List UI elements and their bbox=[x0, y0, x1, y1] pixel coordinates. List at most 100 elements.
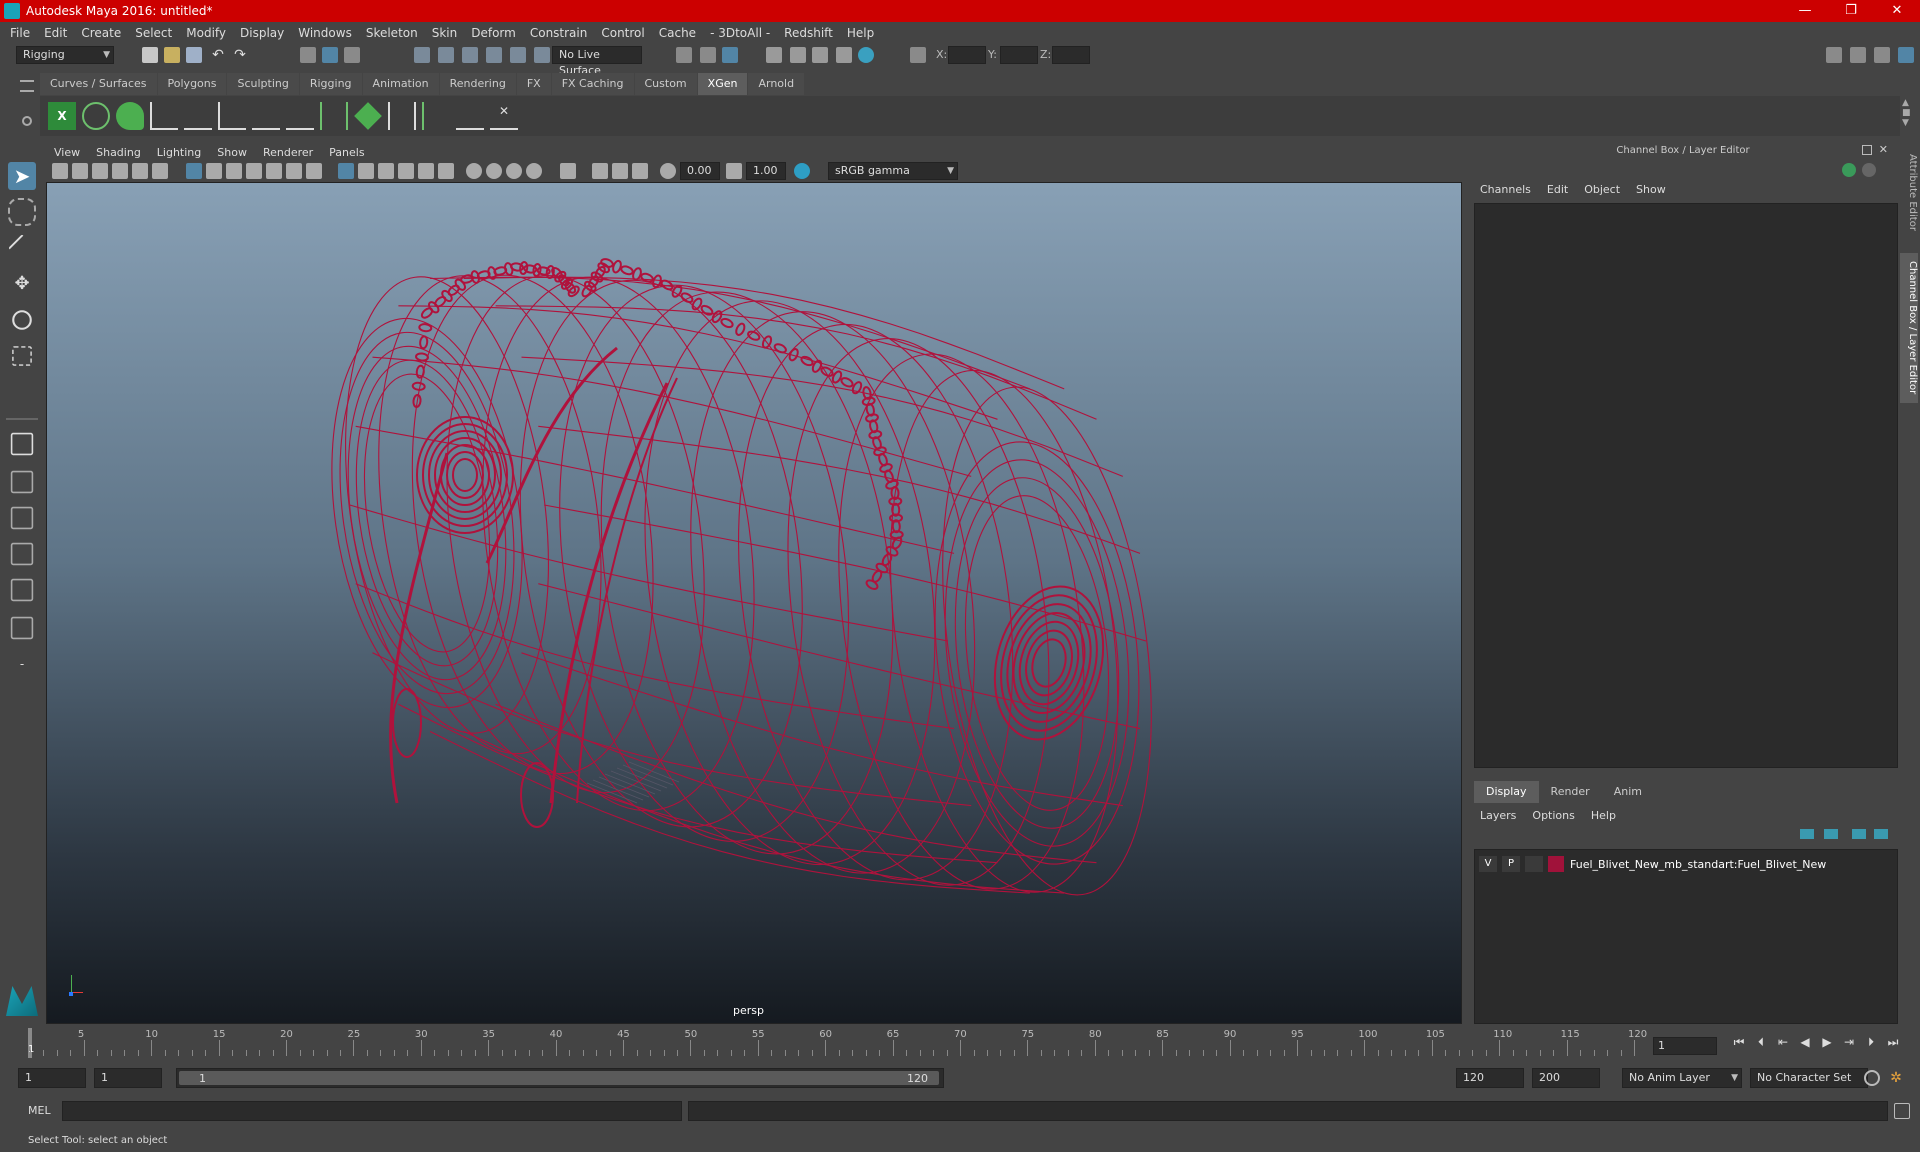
select-tool-icon[interactable]: ➤ bbox=[8, 162, 36, 190]
menu-modify[interactable]: Modify bbox=[186, 26, 226, 40]
minimize-button[interactable]: — bbox=[1782, 0, 1828, 22]
auto-key-icon[interactable] bbox=[1864, 1070, 1880, 1086]
field-chart-icon[interactable] bbox=[266, 163, 282, 179]
menu-control[interactable]: Control bbox=[601, 26, 644, 40]
x-field[interactable] bbox=[948, 46, 986, 64]
depth-of-field-icon[interactable] bbox=[526, 163, 542, 179]
channel-menu-edit[interactable]: Edit bbox=[1547, 183, 1568, 196]
render-settings-icon[interactable] bbox=[836, 47, 852, 63]
layer-menu-help[interactable]: Help bbox=[1591, 809, 1616, 822]
move-tool-icon[interactable]: ✥ bbox=[8, 270, 36, 298]
construction-history-icon[interactable] bbox=[722, 47, 738, 63]
snap-view-plane-icon[interactable] bbox=[510, 47, 526, 63]
go-to-end-icon[interactable]: ⏭ bbox=[1882, 1035, 1904, 1050]
resolution-gate-icon[interactable] bbox=[226, 163, 242, 179]
redo-icon[interactable]: ↷ bbox=[232, 47, 248, 63]
step-back-frame-icon[interactable]: ⏴ bbox=[1750, 1035, 1772, 1050]
layer-tab-anim[interactable]: Anim bbox=[1601, 781, 1654, 803]
xgen-sculpt-guides-icon[interactable] bbox=[320, 102, 348, 130]
film-gate-icon[interactable] bbox=[206, 163, 222, 179]
undo-icon[interactable]: ↶ bbox=[210, 47, 226, 63]
exposure-icon[interactable] bbox=[660, 163, 676, 179]
lights-icon[interactable] bbox=[418, 163, 434, 179]
panel-menu-lighting[interactable]: Lighting bbox=[157, 146, 201, 159]
gate-mask-icon[interactable] bbox=[246, 163, 262, 179]
rotate-tool-icon[interactable] bbox=[12, 310, 32, 330]
shadows-icon[interactable] bbox=[438, 163, 454, 179]
channels-list[interactable] bbox=[1474, 203, 1898, 768]
shelf-settings-gear-icon[interactable] bbox=[22, 116, 32, 126]
hypershade-icon[interactable] bbox=[858, 47, 874, 63]
shelf-tab-curves-surfaces[interactable]: Curves / Surfaces bbox=[40, 73, 157, 95]
isolate-select-icon[interactable] bbox=[560, 163, 576, 179]
lasso-tool-icon[interactable] bbox=[8, 198, 36, 226]
channel-box-toggle-icon[interactable] bbox=[1862, 163, 1876, 177]
channel-menu-channels[interactable]: Channels bbox=[1480, 183, 1531, 196]
attribute-editor-side-tab[interactable]: Attribute Editor bbox=[1900, 147, 1918, 237]
hypershade-layout-icon[interactable] bbox=[10, 616, 34, 640]
xgen-add-guide-icon[interactable] bbox=[184, 102, 212, 130]
go-to-start-icon[interactable]: ⏮ bbox=[1728, 1035, 1750, 1050]
shelf-tab-xgen[interactable]: XGen bbox=[697, 73, 748, 95]
select-objects-icon[interactable] bbox=[322, 47, 338, 63]
close-button[interactable]: ✕ bbox=[1874, 0, 1920, 22]
shelf-tab-custom[interactable]: Custom bbox=[634, 73, 697, 95]
xgen-editor-icon[interactable]: X bbox=[48, 102, 76, 130]
xgen-clear-preview-icon[interactable] bbox=[116, 102, 144, 130]
layer-color-swatch[interactable] bbox=[1548, 856, 1564, 872]
layer-row[interactable]: V P Fuel_Blivet_New_mb_standart:Fuel_Bli… bbox=[1479, 854, 1893, 874]
menu-set-dropdown[interactable]: Rigging ▼ bbox=[16, 46, 114, 64]
menu-3dtoall[interactable]: - 3DtoAll - bbox=[710, 26, 770, 40]
safe-title-icon[interactable] bbox=[306, 163, 322, 179]
snap-point-icon[interactable] bbox=[462, 47, 478, 63]
play-forwards-icon[interactable]: ▶ bbox=[1816, 1035, 1838, 1050]
select-hierarchy-icon[interactable] bbox=[300, 47, 316, 63]
float-panel-icon[interactable] bbox=[1862, 145, 1872, 155]
layer-tab-display[interactable]: Display bbox=[1474, 781, 1539, 803]
live-surface-field[interactable]: No Live Surface bbox=[552, 46, 642, 77]
step-forward-key-icon[interactable]: ⇥ bbox=[1838, 1035, 1860, 1050]
input-connections-icon[interactable] bbox=[676, 47, 692, 63]
transform-mode-icon[interactable] bbox=[910, 47, 926, 63]
panel-menu-show[interactable]: Show bbox=[217, 146, 247, 159]
paint-select-tool-icon[interactable] bbox=[8, 234, 36, 262]
channel-box-toggle-icon[interactable] bbox=[1898, 47, 1914, 63]
ipr-render-icon[interactable] bbox=[812, 47, 828, 63]
save-scene-icon[interactable] bbox=[186, 47, 202, 63]
exposure-field[interactable]: 0.00 bbox=[680, 162, 720, 180]
shelf-tab-rendering[interactable]: Rendering bbox=[439, 73, 516, 95]
xray-components-icon[interactable] bbox=[632, 163, 648, 179]
xgen-select-guides-icon[interactable] bbox=[218, 102, 246, 130]
script-editor-icon[interactable] bbox=[1894, 1103, 1910, 1119]
single-perspective-layout-icon[interactable] bbox=[10, 432, 34, 456]
restore-button[interactable]: ❐ bbox=[1828, 0, 1874, 22]
command-input[interactable] bbox=[62, 1101, 682, 1121]
close-panel-icon[interactable]: ✕ bbox=[1879, 143, 1888, 156]
shelf-tab-fx[interactable]: FX bbox=[516, 73, 551, 95]
smooth-shade-icon[interactable] bbox=[358, 163, 374, 179]
animation-end-field[interactable]: 200 bbox=[1532, 1068, 1600, 1088]
attribute-editor-toggle-icon[interactable] bbox=[1850, 47, 1866, 63]
persp-outliner-layout-icon[interactable] bbox=[10, 506, 34, 530]
output-connections-icon[interactable] bbox=[700, 47, 716, 63]
layer-menu-layers[interactable]: Layers bbox=[1480, 809, 1516, 822]
shelf-tab-polygons[interactable]: Polygons bbox=[157, 73, 227, 95]
move-layer-down-icon[interactable] bbox=[1824, 829, 1838, 839]
xray-joints-icon[interactable] bbox=[612, 163, 628, 179]
menu-help[interactable]: Help bbox=[847, 26, 874, 40]
panel-menu-view[interactable]: View bbox=[54, 146, 80, 159]
menu-skeleton[interactable]: Skeleton bbox=[366, 26, 418, 40]
range-slider-thumb[interactable]: 1 120 bbox=[179, 1071, 939, 1085]
y-field[interactable] bbox=[1000, 46, 1038, 64]
four-view-layout-icon[interactable] bbox=[10, 470, 34, 494]
xgen-guides-to-curves-icon[interactable] bbox=[388, 102, 416, 130]
select-components-icon[interactable] bbox=[344, 47, 360, 63]
xgen-preview-icon[interactable] bbox=[82, 102, 110, 130]
snap-curve-icon[interactable] bbox=[438, 47, 454, 63]
menu-cache[interactable]: Cache bbox=[659, 26, 696, 40]
new-scene-icon[interactable] bbox=[142, 47, 158, 63]
bookmark-icon[interactable] bbox=[92, 163, 108, 179]
tool-settings-icon[interactable] bbox=[1874, 47, 1890, 63]
layer-playback-toggle[interactable]: P bbox=[1502, 856, 1520, 872]
move-layer-up-icon[interactable] bbox=[1800, 829, 1814, 839]
